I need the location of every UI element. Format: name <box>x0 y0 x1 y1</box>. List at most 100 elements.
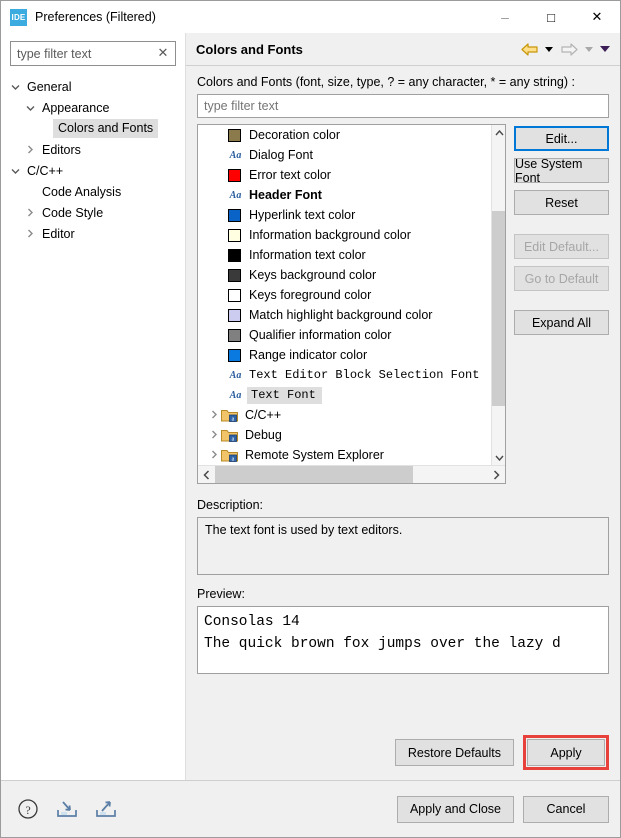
scroll-left-icon[interactable] <box>198 466 215 483</box>
list-and-buttons-row: Decoration color Aa Dialog Font Error text … <box>197 124 609 484</box>
svg-text:a: a <box>232 457 235 463</box>
chevron-right-icon[interactable] <box>22 139 38 160</box>
color-swatch-icon <box>228 168 241 182</box>
sidebar-item-colors-and-fonts[interactable]: Colors and Fonts <box>1 118 185 139</box>
use-system-font-button[interactable]: Use System Font <box>514 157 609 185</box>
horizontal-scroll-thumb[interactable] <box>215 466 413 483</box>
list-item[interactable]: Keys background color <box>198 265 491 285</box>
list-item[interactable]: Error text color <box>198 165 491 185</box>
edit-button[interactable]: Edit... <box>514 126 609 151</box>
list-item[interactable]: Aa Dialog Font <box>198 145 491 165</box>
sidebar-item-code-style[interactable]: Code Style <box>1 202 185 223</box>
svg-text:a: a <box>232 417 235 423</box>
sidebar-item-label: Editor <box>42 226 75 241</box>
apply-button-highlight: Apply <box>523 735 609 770</box>
colors-and-fonts-page: Colors and Fonts (font, size, type, ? = … <box>186 66 620 723</box>
list-item[interactable]: Keys foreground color <box>198 285 491 305</box>
chevron-right-icon[interactable] <box>22 202 38 223</box>
sidebar-item-label: Code Style <box>42 205 104 220</box>
chevron-right-icon[interactable] <box>206 410 221 421</box>
close-button[interactable]: ✕ <box>574 1 620 33</box>
sidebar-item-c-c[interactable]: C/C++ <box>1 160 185 181</box>
font-aa-icon: Aa <box>229 369 242 381</box>
chevron-down-icon[interactable] <box>7 160 23 181</box>
sidebar-filter-input[interactable] <box>10 41 176 66</box>
list-item[interactable]: Aa Header Font <box>198 185 491 205</box>
sidebar-item-code-analysis[interactable]: Code Analysis <box>1 181 185 202</box>
import-icon[interactable] <box>54 796 80 822</box>
list-tree-node[interactable]: a Remote System Explorer <box>198 445 491 465</box>
help-icon[interactable]: ? <box>15 796 41 822</box>
list-item[interactable]: Information text color <box>198 245 491 265</box>
back-arrow-icon[interactable] <box>518 39 540 59</box>
cancel-button[interactable]: Cancel <box>523 795 609 823</box>
scroll-down-icon[interactable] <box>492 450 505 465</box>
list-tree-node[interactable]: a C/C++ <box>198 405 491 425</box>
scroll-up-icon[interactable] <box>492 125 505 140</box>
sidebar-item-editors[interactable]: Editors <box>1 139 185 160</box>
side-button-column: Edit... Use System Font Reset Edit Default.… <box>514 124 609 484</box>
sidebar-item-label: Code Analysis <box>42 184 122 199</box>
reset-button[interactable]: Reset <box>514 190 609 215</box>
restore-defaults-button[interactable]: Restore Defaults <box>394 739 514 766</box>
footer-icon-group: ? <box>15 796 397 822</box>
list-item-label: Error text color <box>249 168 331 182</box>
title-bar: IDE Preferences (Filtered) – □ ✕ <box>1 1 620 33</box>
export-icon[interactable] <box>93 796 119 822</box>
list-item-label: Match highlight background color <box>249 308 433 322</box>
list-item[interactable]: Aa Text Font <box>198 385 491 405</box>
chevron-right-icon[interactable] <box>22 223 38 244</box>
color-swatch-icon <box>228 348 241 362</box>
color-swatch-icon <box>228 308 241 322</box>
expand-all-button[interactable]: Expand All <box>514 310 609 335</box>
chevron-down-icon[interactable] <box>22 97 38 118</box>
vertical-scroll-thumb[interactable] <box>492 211 505 406</box>
maximize-button[interactable]: □ <box>528 1 574 33</box>
list-tree-node[interactable]: a Debug <box>198 425 491 445</box>
sidebar-item-appearance[interactable]: Appearance <box>1 97 185 118</box>
colors-fonts-filter-input[interactable] <box>197 94 609 118</box>
list-item-label: Keys foreground color <box>249 288 372 302</box>
apply-and-close-button[interactable]: Apply and Close <box>396 795 514 823</box>
apply-button[interactable]: Apply <box>527 739 605 766</box>
view-menu-icon[interactable] <box>598 39 612 59</box>
forward-dropdown-icon <box>582 39 596 59</box>
svg-text:a: a <box>232 437 235 443</box>
list-item-label: Dialog Font <box>249 148 313 162</box>
sidebar-item-label: Colors and Fonts <box>53 119 159 138</box>
sidebar-item-editor[interactable]: Editor <box>1 223 185 244</box>
chevron-down-icon[interactable] <box>7 76 23 97</box>
chevron-right-icon[interactable] <box>206 430 221 441</box>
list-item-label: Hyperlink text color <box>249 208 356 222</box>
preview-box: Consolas 14 The quick brown fox jumps ov… <box>197 606 609 674</box>
list-item[interactable]: Range indicator color <box>198 345 491 365</box>
chevron-right-icon[interactable] <box>206 450 221 461</box>
color-swatch-icon <box>228 328 241 342</box>
scroll-right-icon[interactable] <box>488 466 505 483</box>
minimize-button[interactable]: – <box>482 1 528 33</box>
list-item-label: Qualifier information color <box>249 328 392 342</box>
font-aa-icon: Aa <box>229 149 242 161</box>
list-item[interactable]: Qualifier information color <box>198 325 491 345</box>
folder-icon: a <box>221 428 238 443</box>
preferences-tree: General Appearance Colors and Fonts Editors… <box>1 74 185 244</box>
window-controls: – □ ✕ <box>482 1 620 33</box>
horizontal-scrollbar[interactable] <box>198 465 505 483</box>
list-item[interactable]: Decoration color <box>198 125 491 145</box>
preview-line-2: The quick brown fox jumps over the lazy … <box>204 636 561 652</box>
list-item-label: Information background color <box>249 228 411 242</box>
list-tree-node-label: Debug <box>245 428 282 442</box>
sidebar-item-label: Appearance <box>42 100 110 115</box>
sidebar-filter-wrap: ✕ <box>10 41 176 66</box>
list-item[interactable]: Match highlight background color <box>198 305 491 325</box>
list-item-label: Text Font <box>247 386 322 404</box>
back-dropdown-icon[interactable] <box>542 39 556 59</box>
sidebar-item-general[interactable]: General <box>1 76 185 97</box>
list-item[interactable]: Information background color <box>198 225 491 245</box>
vertical-scrollbar[interactable] <box>491 125 505 465</box>
colors-fonts-list[interactable]: Decoration color Aa Dialog Font Error text … <box>197 124 506 484</box>
list-items-container: Decoration color Aa Dialog Font Error text … <box>198 125 491 465</box>
list-item[interactable]: Aa Text Editor Block Selection Font <box>198 365 491 385</box>
clear-filter-icon[interactable]: ✕ <box>156 45 170 61</box>
list-item[interactable]: Hyperlink text color <box>198 205 491 225</box>
